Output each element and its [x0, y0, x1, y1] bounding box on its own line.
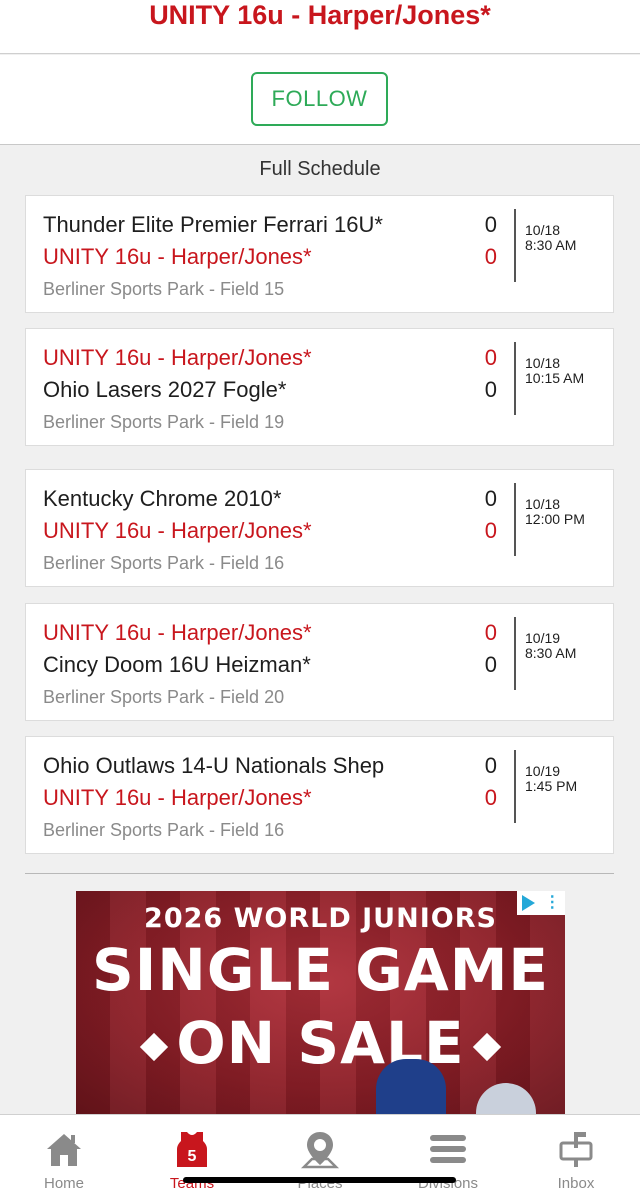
team-name: Thunder Elite Premier Ferrari 16U*	[43, 212, 383, 237]
team-name: UNITY 16u - Harper/Jones*	[43, 244, 312, 269]
tab-home[interactable]: Home	[0, 1115, 128, 1200]
team-name: UNITY 16u - Harper/Jones*	[43, 345, 312, 370]
team-score: 0	[484, 785, 497, 810]
team-score: 0	[484, 486, 497, 511]
team-score: 0	[484, 377, 497, 402]
list-divider	[25, 873, 614, 874]
game-venue: Berliner Sports Park - Field 19	[43, 412, 285, 432]
card-divider	[514, 342, 516, 415]
adchoices-icon	[521, 895, 535, 911]
card-divider	[514, 483, 516, 556]
game-date: 10/18	[525, 496, 561, 512]
card-divider	[514, 617, 516, 690]
team-name: Ohio Outlaws 14-U Nationals Shep	[43, 753, 385, 778]
team-score: 0	[484, 652, 497, 677]
team-score: 0	[484, 753, 497, 778]
home-indicator[interactable]	[183, 1177, 456, 1183]
team-score: 0	[484, 212, 497, 237]
follow-bar: FOLLOW	[0, 55, 640, 145]
card-divider	[514, 209, 516, 282]
game-venue: Berliner Sports Park - Field 20	[43, 687, 285, 707]
team-score: 0	[484, 244, 497, 269]
tab-inbox[interactable]: Inbox	[512, 1115, 640, 1200]
home-icon	[47, 1134, 81, 1166]
game-datetime: 10/18 12:00 PM	[525, 497, 585, 527]
team-score: 0	[484, 345, 497, 370]
ad-player-image	[376, 1059, 446, 1117]
game-card[interactable]: Kentucky Chrome 2010* UNITY 16u - Harper/…	[25, 469, 614, 587]
adchoices-button[interactable]: ⋮	[517, 891, 565, 915]
team-name: Kentucky Chrome 2010*	[43, 486, 282, 511]
tab-label-home: Home	[43, 1175, 84, 1192]
bottom-tab-bar: Home 5 Teams Places Divisions Inbox	[0, 1114, 640, 1200]
tab-places[interactable]: Places	[256, 1115, 384, 1200]
game-date: 10/19	[525, 630, 561, 646]
game-venue: Berliner Sports Park - Field 16	[43, 820, 285, 840]
menu-icon	[430, 1135, 466, 1163]
advertisement-banner[interactable]: 2026 WORLD JUNIORS SINGLE GAME ON SALE ⋮	[76, 891, 565, 1117]
game-date: 10/18	[525, 222, 561, 238]
game-time: 1:45 PM	[525, 778, 578, 794]
team-name: Cincy Doom 16U Heizman*	[43, 652, 311, 677]
team-title: UNITY 16u - Harper/Jones*	[149, 0, 491, 30]
game-time: 8:30 AM	[525, 645, 577, 661]
tab-divisions[interactable]: Divisions	[384, 1115, 512, 1200]
team-name: UNITY 16u - Harper/Jones*	[43, 620, 312, 645]
team-name: UNITY 16u - Harper/Jones*	[43, 785, 312, 810]
jersey-icon: 5	[177, 1132, 207, 1167]
schedule-heading: Full Schedule	[259, 158, 381, 180]
game-datetime: 10/18 8:30 AM	[525, 223, 576, 253]
map-pin-icon	[300, 1132, 340, 1169]
follow-button[interactable]: FOLLOW	[251, 72, 388, 126]
app-header: UNITY 16u - Harper/Jones*	[0, 0, 640, 54]
team-name: UNITY 16u - Harper/Jones*	[43, 518, 312, 543]
game-datetime: 10/18 10:15 AM	[525, 356, 584, 386]
team-name: Ohio Lasers 2027 Fogle*	[43, 377, 287, 402]
game-venue: Berliner Sports Park - Field 16	[43, 553, 285, 573]
game-card[interactable]: Thunder Elite Premier Ferrari 16U* UNITY …	[25, 195, 614, 313]
mailbox-icon	[559, 1132, 593, 1167]
card-divider	[514, 750, 516, 823]
game-datetime: 10/19 1:45 PM	[525, 764, 577, 794]
game-time: 12:00 PM	[525, 511, 585, 527]
jersey-number: 5	[188, 1148, 197, 1165]
game-card[interactable]: UNITY 16u - Harper/Jones* Cincy Doom 16U …	[25, 603, 614, 721]
ad-headline-line1: SINGLE GAME	[91, 936, 550, 1004]
tab-teams[interactable]: 5 Teams	[128, 1115, 256, 1200]
team-score: 0	[484, 620, 497, 645]
game-datetime: 10/19 8:30 AM	[525, 631, 576, 661]
team-score: 0	[484, 518, 497, 543]
game-time: 10:15 AM	[525, 370, 585, 386]
game-venue: Berliner Sports Park - Field 15	[43, 279, 285, 299]
ad-subtitle: 2026 WORLD JUNIORS	[144, 903, 497, 934]
game-card[interactable]: UNITY 16u - Harper/Jones* Ohio Lasers 202…	[25, 328, 614, 446]
tab-label-inbox: Inbox	[557, 1175, 595, 1192]
game-date: 10/19	[525, 763, 561, 779]
game-date: 10/18	[525, 355, 561, 371]
more-icon: ⋮	[544, 894, 561, 911]
game-time: 8:30 AM	[525, 237, 577, 253]
game-card[interactable]: Ohio Outlaws 14-U Nationals Shep UNITY 16…	[25, 736, 614, 854]
